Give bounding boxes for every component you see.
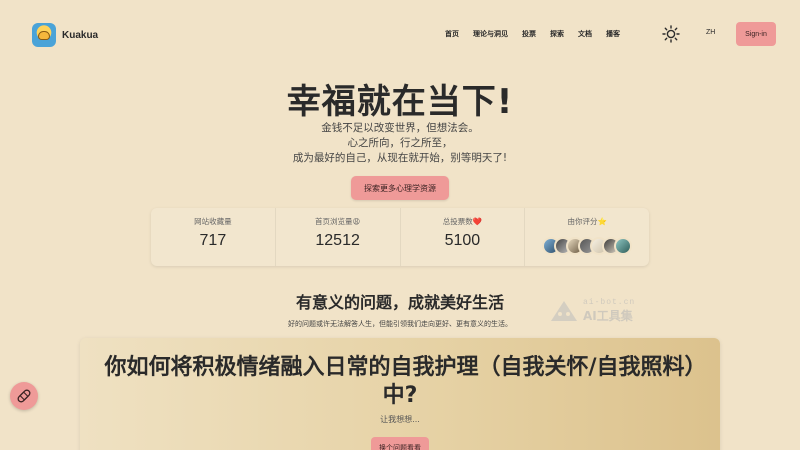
explore-resources-button[interactable]: 探索更多心理学资源	[351, 176, 449, 200]
brand-name: Kuakua	[62, 29, 99, 41]
watermark: ai-bot.cn AI工具集	[549, 298, 635, 324]
stat-value: 717	[199, 232, 227, 249]
sun-icon[interactable]	[662, 25, 680, 43]
nav-docs[interactable]: 文档	[578, 29, 592, 39]
avatar[interactable]	[614, 237, 633, 255]
stat-label: 总投票数❤️	[442, 217, 483, 226]
hero-line-1: 金钱不足以改变世界，但想法会。	[321, 122, 479, 134]
stat-value: 12512	[315, 232, 360, 249]
watermark-url: ai-bot.cn	[583, 298, 636, 307]
header: Kuakua 首页 理论与洞见 投票 探索 文档 播客 ZH Sign-in	[0, 0, 800, 66]
stat-rating: 由你评分⭐	[524, 208, 649, 266]
next-question-button[interactable]: 换个问题看看	[371, 437, 429, 450]
stat-pageviews: 首页浏览量😩 12512	[274, 208, 400, 266]
hero-title: 幸福就在当下!	[286, 82, 514, 122]
hero-line-3: 成为最好的自己，从现在就开始，别等明天了!	[292, 152, 508, 164]
stat-label: 首页浏览量😩	[314, 217, 361, 226]
section-subtitle: 好的问题或许无法解答人生，但能引领我们走向更好、更有意义的生活。	[288, 320, 512, 328]
sign-in-button[interactable]: Sign-in	[736, 22, 776, 46]
nav-podcast[interactable]: 播客	[606, 29, 620, 39]
nav-explore[interactable]: 探索	[550, 29, 564, 39]
question-title: 你如何将积极情绪融入日常的自我护理（自我关怀/自我照料）中?	[104, 355, 696, 408]
stat-value: 5100	[444, 232, 481, 249]
brand[interactable]: Kuakua	[32, 23, 98, 47]
nav-theory[interactable]: 理论与洞见	[473, 29, 508, 39]
main-nav: 首页 理论与洞见 投票 探索 文档 播客	[445, 29, 634, 39]
stat-votes: 总投票数❤️ 5100	[399, 208, 525, 266]
stats-panel: 网站收藏量 717 首页浏览量😩 12512 总投票数❤️ 5100 由你评分⭐	[151, 208, 649, 266]
page: Kuakua 首页 理论与洞见 投票 探索 文档 播客 ZH Sign-in 幸	[0, 0, 800, 450]
language-switch[interactable]: ZH	[706, 29, 715, 36]
rater-avatars	[525, 237, 649, 255]
question-hint: 让我想想...	[380, 415, 420, 424]
robot-logo-icon	[551, 301, 577, 321]
stat-label: 由你评分⭐	[567, 217, 607, 226]
hero-tagline: 金钱不足以改变世界，但想法会。 心之所向，行之所至， 成为最好的自己，从现在就开…	[0, 121, 800, 166]
hero-line-2: 心之所向，行之所至，	[347, 137, 453, 149]
nav-home[interactable]: 首页	[445, 29, 459, 39]
stat-favorites: 网站收藏量 717	[151, 208, 275, 266]
stat-label: 网站收藏量	[194, 217, 232, 226]
section-title: 有意义的问题，成就美好生活	[295, 293, 504, 312]
bandage-icon[interactable]	[10, 382, 38, 410]
nav-vote[interactable]: 投票	[522, 29, 536, 39]
logo-icon	[32, 23, 56, 47]
question-card: 你如何将积极情绪融入日常的自我护理（自我关怀/自我照料）中? 让我想想... 换…	[80, 338, 720, 450]
watermark-name: AI工具集	[583, 309, 633, 323]
